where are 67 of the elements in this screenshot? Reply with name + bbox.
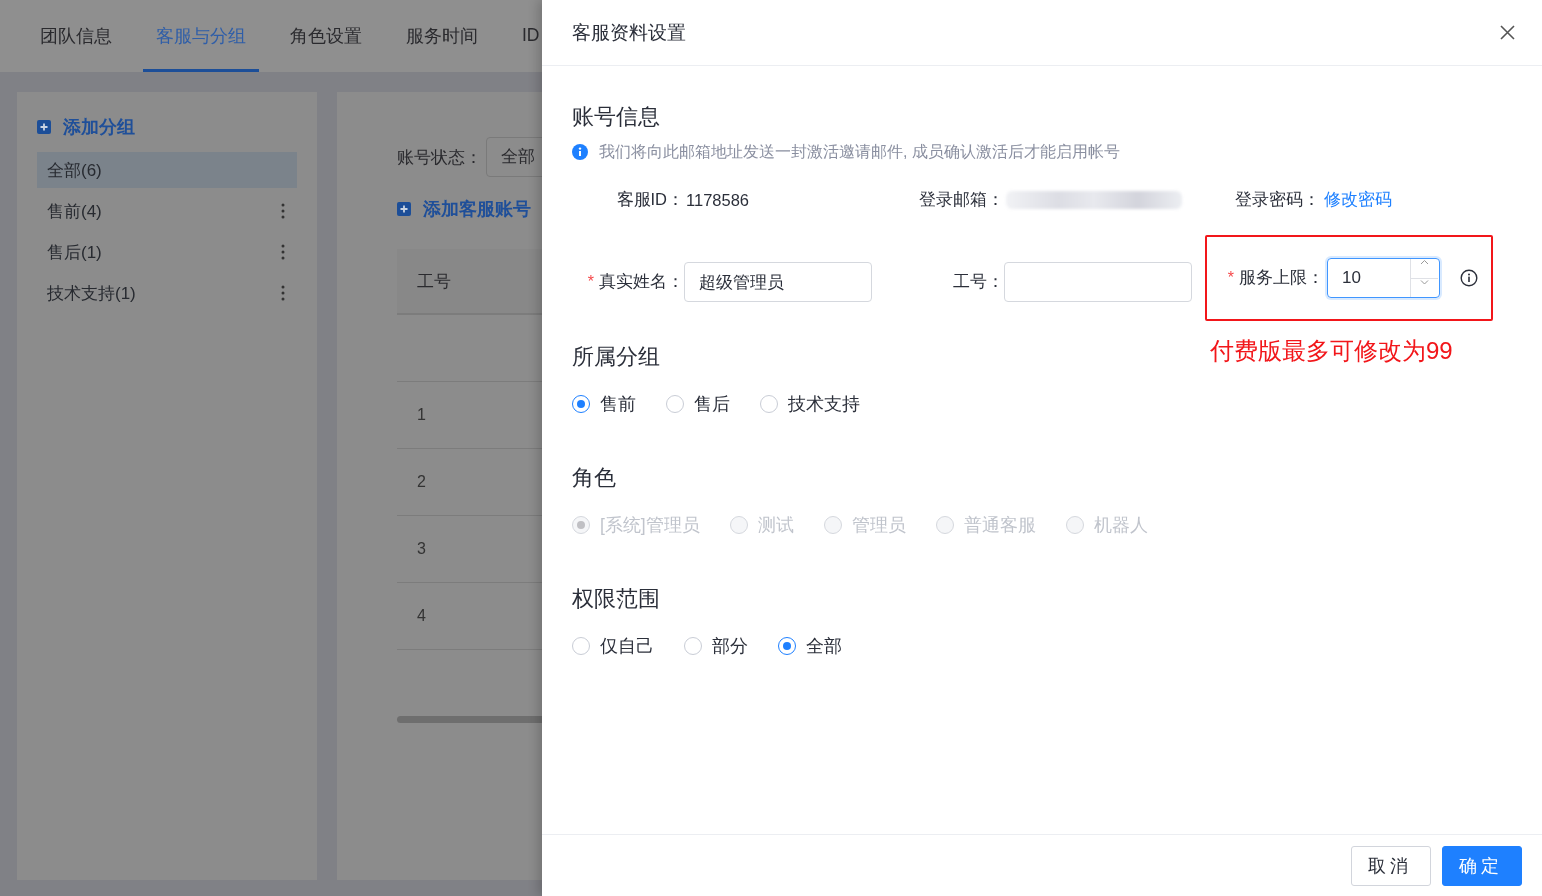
group-item-label: 全部(6): [47, 159, 102, 182]
section-heading: 所属分组: [572, 343, 660, 371]
tab[interactable]: 角色设置: [277, 0, 375, 72]
group-item-label: 售后(1): [47, 241, 102, 264]
info-icon: [572, 144, 589, 161]
radio-label: 管理员: [851, 514, 906, 537]
tab[interactable]: ID: [509, 0, 542, 72]
group-item[interactable]: 售前(4): [37, 193, 297, 229]
add-icon: [37, 120, 51, 134]
add-icon: [397, 202, 411, 216]
field-label: 客服ID：: [615, 189, 684, 210]
table-cell: 3: [417, 540, 426, 558]
table-cell: 2: [417, 473, 426, 491]
annotation-note: 付费版最多可修改为99: [1210, 336, 1454, 366]
section-heading: 账号信息: [572, 103, 660, 131]
group-item-label: 技术支持(1): [47, 282, 136, 305]
radio-button[interactable]: [572, 395, 590, 413]
group-item[interactable]: 技术支持(1): [37, 275, 297, 311]
more-icon[interactable]: [281, 203, 285, 219]
radio-label: 技术支持: [788, 393, 860, 416]
group-item-label: 售前(4): [47, 200, 102, 223]
group-item[interactable]: 全部(6): [37, 152, 297, 188]
group-item[interactable]: 售后(1): [37, 234, 297, 270]
field-label: 真实姓名：: [599, 272, 684, 290]
confirm-button[interactable]: 确定: [1442, 845, 1522, 886]
number-input[interactable]: 10: [1327, 258, 1440, 298]
info-icon[interactable]: [1460, 269, 1478, 287]
radio-button[interactable]: [760, 395, 778, 413]
radio-label: 测试: [757, 514, 794, 537]
required-mark: *: [587, 273, 594, 290]
radio-label: 仅自己: [600, 635, 654, 658]
radio-button[interactable]: [666, 395, 684, 413]
tab[interactable]: 团队信息: [27, 0, 125, 72]
field-label: 登录密码：: [1234, 189, 1320, 210]
field-label: 登录邮箱：: [918, 189, 1004, 210]
section-heading: 角色: [572, 464, 616, 492]
radio-label: 售后: [694, 393, 730, 416]
radio-label: 机器人: [1093, 514, 1148, 537]
radio-label: [系统]管理员: [600, 514, 700, 537]
column-header: 工号: [417, 270, 451, 293]
field-label: 服务上限：: [1239, 268, 1324, 286]
name-input[interactable]: 超级管理员: [684, 262, 872, 302]
radio-label: 全部: [806, 635, 842, 658]
add-account-link[interactable]: 添加客服账号: [423, 197, 531, 221]
radio-button[interactable]: [572, 637, 590, 655]
radio-button[interactable]: [778, 637, 796, 655]
close-icon[interactable]: [1500, 25, 1515, 40]
field-label: 工号：: [953, 272, 1004, 290]
change-password-link[interactable]: 修改密码: [1324, 189, 1392, 211]
radio-label: 普通客服: [963, 514, 1036, 537]
more-icon[interactable]: [281, 285, 285, 301]
radio-label: 售前: [600, 393, 636, 416]
tab[interactable]: 服务时间: [393, 0, 491, 72]
add-group-link[interactable]: 添加分组: [63, 115, 135, 139]
more-icon[interactable]: [281, 244, 285, 260]
notice-text: 我们将向此邮箱地址发送一封激活邀请邮件, 成员确认激活后才能启用帐号: [599, 142, 1120, 162]
cancel-button[interactable]: 取消: [1351, 845, 1431, 886]
section-heading: 权限范围: [572, 585, 660, 613]
radio-label: 部分: [712, 635, 748, 658]
number-input[interactable]: [1004, 262, 1192, 302]
radio-button[interactable]: [684, 637, 702, 655]
required-mark: *: [1227, 269, 1234, 286]
status-label: 账号状态：: [397, 146, 482, 169]
table-cell: 4: [417, 607, 426, 625]
field-value: 1178586: [686, 190, 749, 210]
table-cell: 1: [417, 406, 426, 424]
drawer-title: 客服资料设置: [572, 20, 686, 45]
